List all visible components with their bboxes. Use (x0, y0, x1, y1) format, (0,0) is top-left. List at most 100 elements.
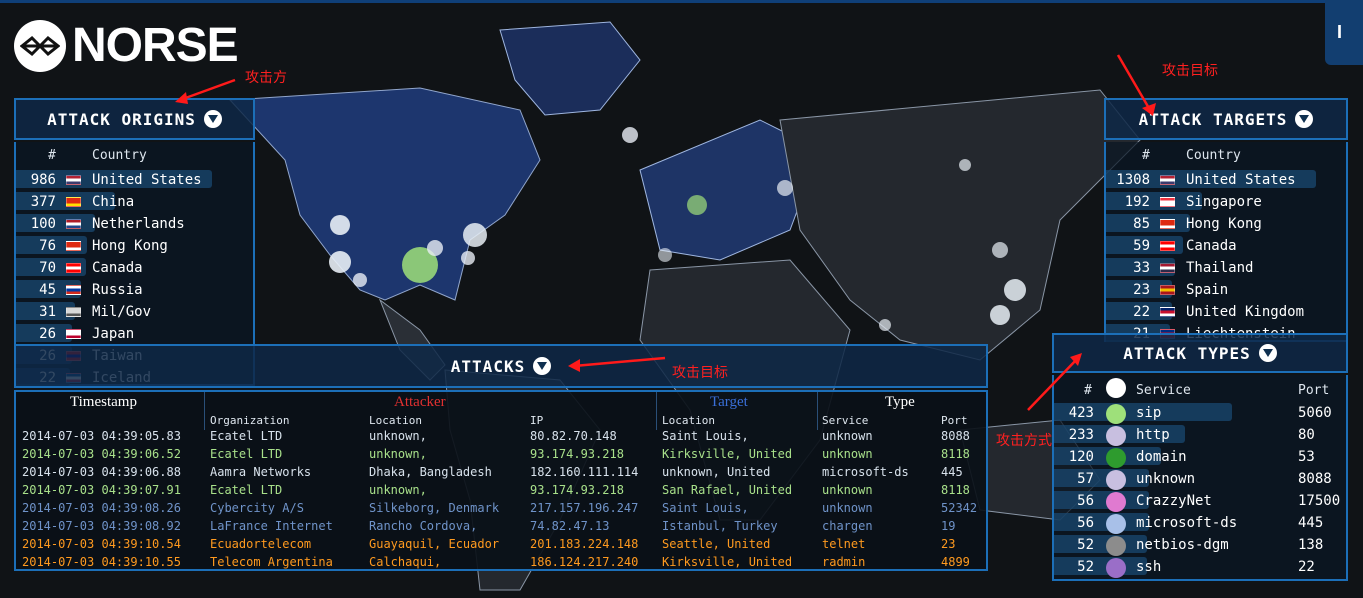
type-row[interactable]: 52 ssh 22 (1054, 558, 1346, 578)
origin-country: United States (92, 172, 202, 188)
origin-country: Mil/Gov (92, 304, 152, 320)
legend-dot-icon (1106, 378, 1126, 398)
attack-targets-header[interactable]: ATTACK TARGETS (1104, 98, 1348, 140)
attack-organization: LaFrance Internet (210, 519, 333, 533)
origin-row[interactable]: 100 Netherlands (16, 216, 253, 234)
origins-country-header: Country (92, 148, 147, 163)
annotation-origins: 攻击方 (245, 70, 287, 86)
target-row[interactable]: 23 Spain (1106, 282, 1346, 300)
attack-timestamp: 2014-07-03 04:39:08.26 (22, 501, 181, 515)
organization-header: Organization (210, 414, 290, 427)
chevron-down-icon[interactable] (533, 357, 552, 375)
attack-row[interactable]: 2014-07-03 04:39:08.26 Cybercity A/S Silke… (16, 501, 986, 517)
attack-row[interactable]: 2014-07-03 04:39:06.88 Aamra Networks Dhak… (16, 465, 986, 481)
service-color-dot-icon (1106, 514, 1126, 534)
type-count: 52 (1077, 559, 1094, 575)
annotation-targets: 攻击目标 (1162, 63, 1218, 79)
type-port: 17500 (1298, 493, 1341, 509)
target-row[interactable]: 59 Canada (1106, 238, 1346, 256)
type-row[interactable]: 423 sip 5060 (1054, 404, 1346, 424)
type-port: 8088 (1298, 471, 1332, 487)
type-row[interactable]: 57 unknown 8088 (1054, 470, 1346, 490)
chevron-down-icon[interactable] (203, 110, 222, 128)
th-flag-icon (1160, 263, 1175, 273)
origin-count: 26 (39, 326, 56, 342)
attack-row[interactable]: 2014-07-03 04:39:08.92 LaFrance Internet R… (16, 519, 986, 535)
attack-organization: Telecom Argentina (210, 555, 333, 569)
target-count: 22 (1133, 304, 1150, 320)
type-row[interactable]: 120 domain 53 (1054, 448, 1346, 468)
type-row[interactable]: 52 netbios-dgm 138 (1054, 536, 1346, 556)
corner-tab[interactable]: I (1325, 0, 1363, 65)
origin-country: Japan (92, 326, 135, 342)
attack-target-location: Saint Louis, (662, 501, 749, 515)
type-count: 57 (1077, 471, 1094, 487)
origin-row[interactable]: 26 Japan (16, 326, 253, 344)
origin-row[interactable]: 377 China (16, 194, 253, 212)
target-row[interactable]: 85 Hong Kong (1106, 216, 1346, 234)
attack-row[interactable]: 2014-07-03 04:39:06.52 Ecatel LTD unknown,… (16, 447, 986, 463)
type-port: 22 (1298, 559, 1315, 575)
origin-row[interactable]: 76 Hong Kong (16, 238, 253, 256)
gb-flag-icon (1160, 307, 1175, 317)
type-row[interactable]: 56 microsoft-ds 445 (1054, 514, 1346, 534)
attack-origins-header[interactable]: ATTACK ORIGINS (14, 98, 255, 140)
attack-timestamp: 2014-07-03 04:39:08.92 (22, 519, 181, 533)
origin-row[interactable]: 70 Canada (16, 260, 253, 278)
attack-row[interactable]: 2014-07-03 04:39:07.91 Ecatel LTD unknown,… (16, 483, 986, 499)
target-row[interactable]: 1308 United States (1106, 172, 1346, 190)
origin-row[interactable]: 986 United States (16, 172, 253, 190)
attack-port: 23 (941, 537, 956, 551)
origin-row[interactable]: 31 Mil/Gov (16, 304, 253, 322)
attack-types-title: ATTACK TYPES (1123, 343, 1251, 363)
target-count: 23 (1133, 282, 1150, 298)
type-row[interactable]: 233 http 80 (1054, 426, 1346, 446)
service-color-dot-icon (1106, 536, 1126, 556)
chevron-down-icon[interactable] (1258, 344, 1277, 362)
service-header: Service (822, 414, 869, 427)
attack-service: unknown (822, 447, 873, 461)
attack-types-header[interactable]: ATTACK TYPES (1052, 333, 1348, 373)
attack-target-location: Kirksville, United (662, 555, 793, 569)
attack-row[interactable]: 2014-07-03 04:39:10.54 Ecuadortelecom Guay… (16, 537, 986, 553)
type-row[interactable]: 56 CrazzyNet 17500 (1054, 492, 1346, 512)
attack-port: 8088 (941, 429, 970, 443)
type-count: 423 (1068, 405, 1094, 421)
target-country: Hong Kong (1186, 216, 1262, 232)
attacks-header[interactable]: ATTACKS (14, 344, 988, 388)
annotation-types: 攻击方式 (996, 433, 1052, 449)
attack-ip: 217.157.196.247 (530, 501, 639, 515)
chevron-down-icon[interactable] (1295, 110, 1314, 128)
us-flag-icon (66, 175, 81, 185)
port-header: Port (941, 414, 968, 427)
attack-service: microsoft-ds (822, 465, 909, 479)
origin-count: 45 (39, 282, 56, 298)
target-location-header: Location (662, 414, 715, 427)
target-row[interactable]: 22 United Kingdom (1106, 304, 1346, 322)
type-service: sip (1136, 405, 1162, 421)
attack-types-panel: # Service Port 423 sip 5060 233 http 80 120 dom… (1052, 375, 1348, 581)
attack-timestamp: 2014-07-03 04:39:05.83 (22, 429, 181, 443)
type-count: 52 (1077, 537, 1094, 553)
attack-location: Rancho Cordova, (369, 519, 478, 533)
target-row[interactable]: 33 Thailand (1106, 260, 1346, 278)
attack-row[interactable]: 2014-07-03 04:39:10.55 Telecom Argentina C… (16, 555, 986, 571)
attack-timestamp: 2014-07-03 04:39:06.88 (22, 465, 181, 479)
norse-logo-icon (14, 19, 66, 72)
attack-location: Dhaka, Bangladesh (369, 465, 492, 479)
attack-row[interactable]: 2014-07-03 04:39:05.83 Ecatel LTD unknown,… (16, 429, 986, 445)
sg-flag-icon (1160, 197, 1175, 207)
target-count: 33 (1133, 260, 1150, 276)
norse-logo[interactable]: NORSE (14, 18, 239, 73)
attack-port: 52342 (941, 501, 978, 515)
origin-country: China (92, 194, 135, 210)
target-row[interactable]: 192 Singapore (1106, 194, 1346, 212)
attack-service: unknown (822, 483, 873, 497)
origin-row[interactable]: 45 Russia (16, 282, 253, 300)
target-country: Spain (1186, 282, 1229, 298)
attack-ip: 74.82.47.13 (530, 519, 610, 533)
ru-flag-icon (66, 285, 81, 295)
origin-count: 70 (39, 260, 56, 276)
type-count: 120 (1068, 449, 1094, 465)
origin-count: 76 (39, 238, 56, 254)
